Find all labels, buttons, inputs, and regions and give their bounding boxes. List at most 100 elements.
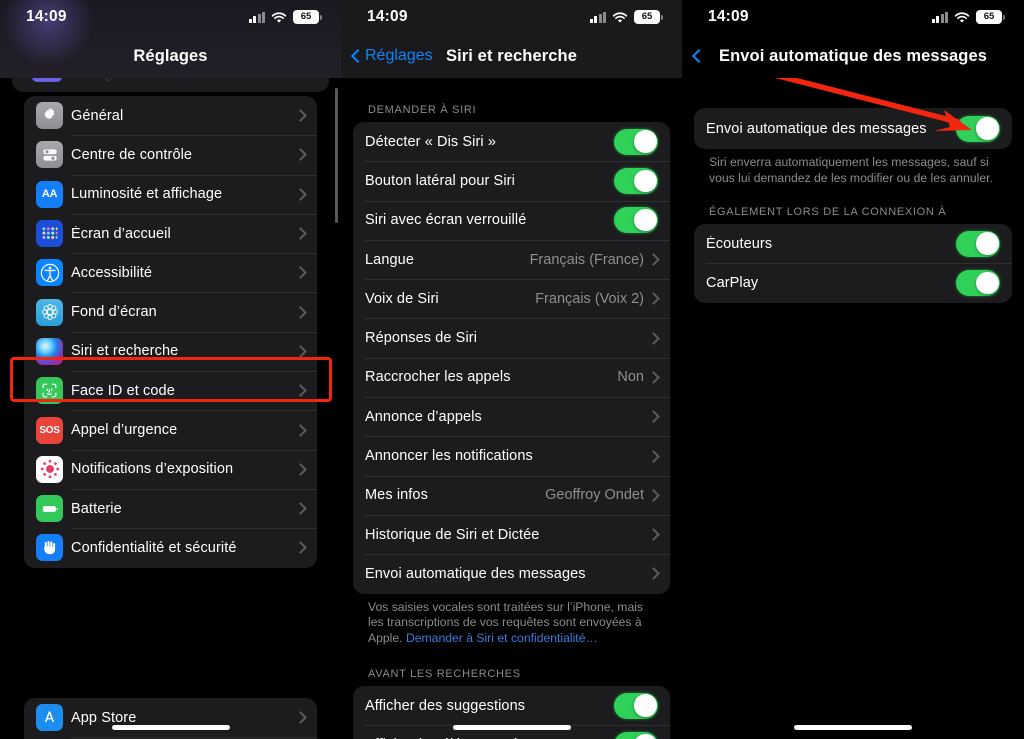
face-id-icon (36, 377, 63, 405)
page-title: Siri et recherche (445, 46, 578, 65)
row-value: Français (Voix 2) (535, 290, 644, 307)
toggle-knob (634, 694, 657, 717)
privacy-hand-icon (36, 534, 63, 562)
chevron-right-icon (647, 528, 660, 541)
chevron-right-icon (647, 410, 660, 424)
row-auto-send-messages-main[interactable]: Envoi automatique des messages (694, 108, 1012, 149)
siri-icon (36, 337, 63, 365)
nav-bar: Réglages Siri et recherche (341, 34, 682, 78)
row-carplay[interactable]: CarPlay (694, 263, 1012, 302)
status-bar-indicators: 65 (931, 10, 1006, 24)
siri-privacy-link[interactable]: Demander à Siri et confidentialité… (406, 631, 598, 645)
row-label: Afficher des suggestions (365, 697, 526, 714)
sidebar-item-siri-search[interactable]: Siri et recherche (24, 331, 317, 371)
chevron-right-icon (294, 423, 307, 437)
back-button[interactable]: Réglages (351, 34, 433, 78)
sidebar-item-general[interactable]: Général (24, 96, 317, 135)
siri-settings-group: Détecter « Dis Siri » Bouton latéral pou… (353, 122, 670, 594)
sidebar-item-label: Général (71, 107, 124, 124)
auto-send-footnote: Siri enverra automatiquement les message… (682, 149, 1024, 186)
row-hang-up-calls[interactable]: Raccrocher les appels Non (353, 357, 670, 397)
row-label: Historique de Siri et Dictée (365, 526, 540, 543)
sidebar-item-display-brightness[interactable]: AA Luminosité et affichage (24, 174, 317, 214)
row-siri-when-locked[interactable]: Siri avec écran verrouillé (353, 200, 670, 240)
sidebar-item-battery[interactable]: Batterie (24, 488, 317, 528)
wifi-icon (612, 11, 628, 23)
panel1-top-chrome: 14:09 65 Réglages (0, 0, 341, 78)
siri-when-locked-toggle[interactable] (614, 207, 658, 234)
siri-scroll-area[interactable]: DEMANDER À SIRI Détecter « Dis Siri » Bo… (341, 78, 682, 739)
battery-icon: 65 (293, 10, 323, 24)
sidebar-item-accessibility[interactable]: Accessibilité (24, 253, 317, 292)
row-side-button-siri[interactable]: Bouton latéral pour Siri (353, 161, 670, 200)
before-searches-group: Afficher des suggestions Afficher les él… (353, 686, 670, 739)
settings-scroll-area[interactable]: Général Centre de contrôle AA Luminosité… (0, 52, 341, 739)
row-headphones[interactable]: Écouteurs (694, 224, 1012, 263)
auto-send-messages-toggle[interactable] (956, 115, 1000, 142)
row-auto-send-messages[interactable]: Envoi automatique des messages (353, 554, 670, 593)
row-label: Détecter « Dis Siri » (365, 133, 497, 150)
display-brightness-icon: AA (36, 180, 63, 208)
chevron-right-icon (647, 331, 660, 345)
row-label: CarPlay (706, 274, 759, 291)
row-language[interactable]: Langue Français (France) (353, 239, 670, 279)
scrollbar-thumb[interactable] (335, 88, 338, 223)
sidebar-item-label: Luminosité et affichage (71, 186, 223, 203)
row-label: Réponses de Siri (365, 330, 478, 347)
chevron-right-icon (647, 371, 660, 384)
chevron-left-icon (692, 47, 703, 66)
section-header-before-searches: AVANT LES RECHERCHES (368, 668, 521, 681)
page-title: Réglages (133, 46, 208, 65)
row-value: Non (617, 369, 644, 386)
app-store-icon (36, 704, 63, 732)
row-siri-dictation-history[interactable]: Historique de Siri et Dictée (353, 514, 670, 554)
panel3-top-chrome: 14:09 65 Envoi automatique des messages (682, 0, 1024, 78)
sos-glyph: SOS (39, 424, 60, 436)
sidebar-item-privacy-security[interactable]: Confidentialité et sécurité (24, 528, 317, 567)
row-siri-responses[interactable]: Réponses de Siri (353, 318, 670, 357)
status-bar: 14:09 65 (682, 0, 1024, 34)
chevron-right-icon (647, 292, 660, 306)
toggle-knob (976, 117, 999, 140)
row-siri-voice[interactable]: Voix de Siri Français (Voix 2) (353, 279, 670, 318)
connected-devices-group: Écouteurs CarPlay (694, 224, 1012, 303)
row-announce-notifications[interactable]: Annoncer les notifications (353, 436, 670, 475)
row-label: Écouteurs (706, 235, 773, 252)
row-announce-calls[interactable]: Annonce d’appels (353, 397, 670, 436)
row-detect-hey-siri[interactable]: Détecter « Dis Siri » (353, 122, 670, 161)
auto-send-scroll-area[interactable]: Envoi automatique des messages Siri enve… (682, 108, 1024, 739)
back-button[interactable] (692, 34, 706, 78)
status-bar-indicators: 65 (248, 10, 323, 24)
home-indicator (111, 725, 230, 730)
headphones-toggle[interactable] (956, 230, 1000, 257)
show-suggestions-toggle[interactable] (614, 692, 658, 719)
sidebar-item-home-screen[interactable]: Écran d’accueil (24, 213, 317, 253)
side-button-siri-toggle[interactable] (614, 167, 658, 194)
chevron-right-icon (294, 502, 307, 515)
footnote-text: Siri enverra automatiquement les message… (709, 155, 993, 185)
show-recents-toggle[interactable] (614, 732, 658, 739)
panel2-top-chrome: 14:09 65 Réglages Siri et recherche (341, 0, 682, 78)
toggle-knob (976, 271, 999, 295)
cellular-signal-icon (248, 11, 265, 23)
sidebar-item-label: Appel d’urgence (71, 422, 178, 439)
carplay-toggle[interactable] (956, 269, 1000, 296)
nav-bar: Réglages (0, 34, 341, 78)
sidebar-item-label: Siri et recherche (71, 343, 179, 360)
sos-icon: SOS (36, 416, 63, 444)
status-bar-time: 14:09 (26, 8, 67, 25)
sidebar-item-exposure-notifications[interactable]: Notifications d’exposition (24, 449, 317, 489)
status-bar-time: 14:09 (708, 8, 749, 25)
toggle-knob (634, 169, 657, 193)
detect-hey-siri-toggle[interactable] (614, 128, 658, 155)
sidebar-item-control-center[interactable]: Centre de contrôle (24, 135, 317, 174)
sidebar-item-wallpaper[interactable]: Fond d’écran (24, 292, 317, 331)
sidebar-item-face-id[interactable]: Face ID et code (24, 371, 317, 410)
row-label: Siri avec écran verrouillé (365, 212, 527, 229)
row-value: Geoffroy Ondet (545, 487, 644, 504)
sidebar-item-emergency-sos[interactable]: SOS Appel d’urgence (24, 410, 317, 449)
row-my-information[interactable]: Mes infos Geoffroy Ondet (353, 475, 670, 515)
sidebar-item-app-store[interactable]: App Store (24, 698, 317, 737)
row-show-suggestions[interactable]: Afficher des suggestions (353, 686, 670, 725)
row-label: Voix de Siri (365, 290, 439, 307)
